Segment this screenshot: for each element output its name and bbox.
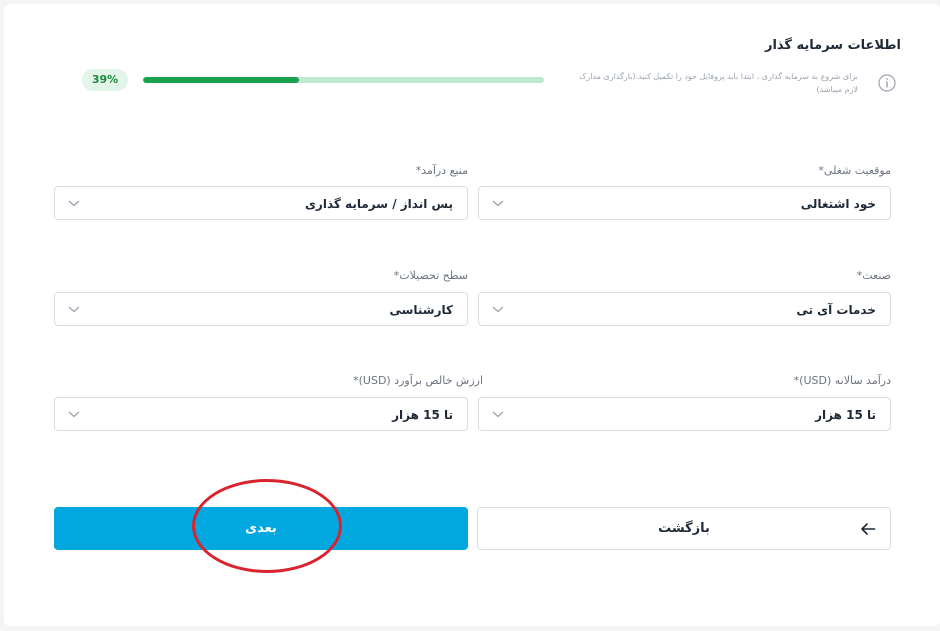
industry-select[interactable]: خدمات آی تی <box>478 292 891 326</box>
annual-income-value: تا 15 هزار <box>815 408 876 422</box>
field-label-job-position: موقعیت شغلی* <box>818 164 891 177</box>
progress-badge: 39% <box>82 69 128 91</box>
net-worth-select[interactable]: تا 15 هزار <box>54 397 468 431</box>
progress-fill <box>143 77 300 83</box>
field-label-net-worth: ارزش خالص برآورد (USD)* <box>353 374 483 387</box>
chevron-down-icon <box>68 306 80 313</box>
field-label-industry: صنعت* <box>856 269 891 282</box>
progress-bar <box>143 77 544 83</box>
back-button-label: بازگشت <box>658 521 710 536</box>
chevron-down-icon <box>492 411 504 418</box>
next-button[interactable]: بعدی <box>54 507 468 550</box>
chevron-down-icon <box>68 200 80 207</box>
helper-text: برای شروع به سرمایه گذاری ، ابتدا باید پ… <box>579 72 858 94</box>
annual-income-select[interactable]: تا 15 هزار <box>478 397 891 431</box>
page-title: اطلاعات سرمایه گذار <box>764 38 901 53</box>
field-label-income-source: منبع درآمد* <box>415 164 468 177</box>
income-source-select[interactable]: پس انداز / سرمایه گذاری <box>54 186 468 220</box>
job-position-select[interactable]: خود اشتغالی <box>478 186 891 220</box>
chevron-down-icon <box>68 411 80 418</box>
net-worth-value: تا 15 هزار <box>392 408 453 422</box>
chevron-down-icon <box>492 200 504 207</box>
field-label-annual-income: درآمد سالانه (USD)* <box>793 374 891 387</box>
arrow-left-icon <box>861 523 876 535</box>
chevron-down-icon <box>492 306 504 313</box>
info-circle-icon[interactable] <box>877 73 897 93</box>
income-source-value: پس انداز / سرمایه گذاری <box>304 197 453 211</box>
back-button[interactable]: بازگشت <box>477 507 891 550</box>
education-value: کارشناسی <box>389 303 453 317</box>
industry-value: خدمات آی تی <box>796 303 876 317</box>
job-position-value: خود اشتغالی <box>800 197 876 211</box>
education-select[interactable]: کارشناسی <box>54 292 468 326</box>
field-label-education: سطح تحصیلات* <box>393 269 468 282</box>
